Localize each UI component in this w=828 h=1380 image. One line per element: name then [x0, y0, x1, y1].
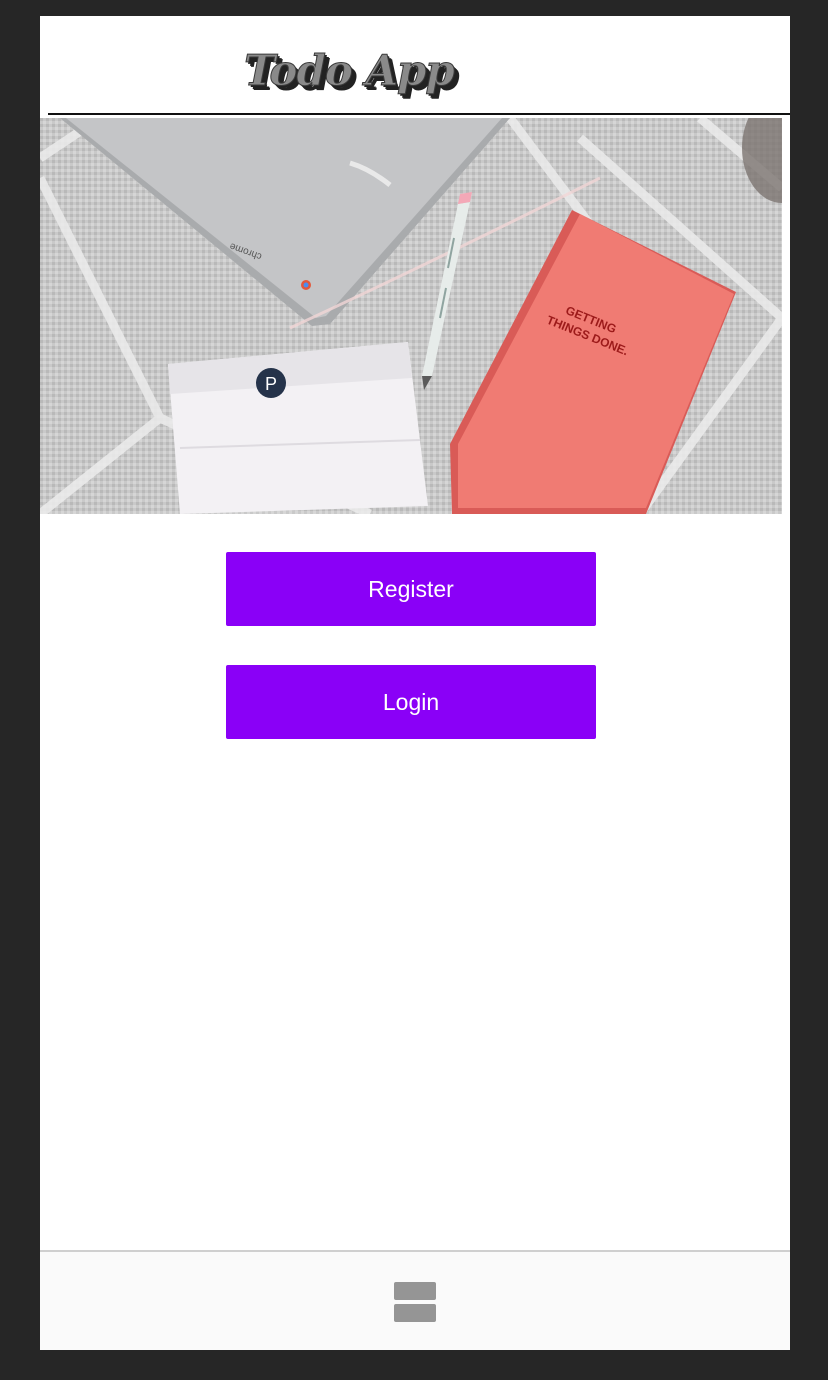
bottom-bar	[40, 1250, 790, 1350]
app-title: Todo App	[244, 46, 456, 95]
header-divider	[48, 113, 790, 115]
hero-image: chrome P GETTING THINGS DONE.	[40, 118, 782, 514]
app-screen: Todo App chrome P GETTING THINGS DONE. R…	[40, 16, 790, 1350]
app-header: Todo App	[40, 16, 790, 115]
pouch-logo-letter: P	[265, 374, 277, 394]
login-button[interactable]: Login	[226, 665, 596, 739]
register-button[interactable]: Register	[226, 552, 596, 626]
menu-icon[interactable]	[394, 1282, 436, 1322]
pouch: P	[168, 342, 428, 514]
